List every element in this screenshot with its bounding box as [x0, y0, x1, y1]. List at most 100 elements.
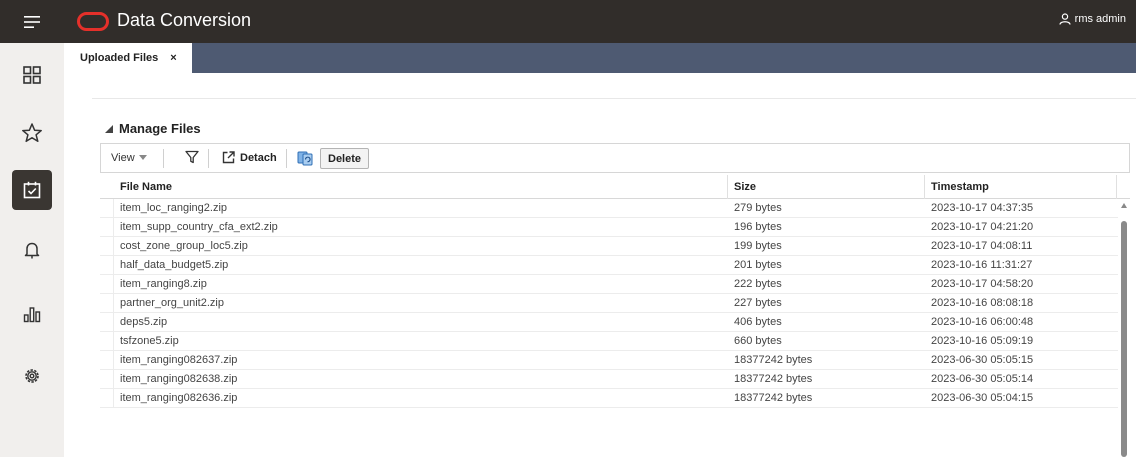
timestamp-cell: 2023-10-16 11:31:27: [931, 259, 1033, 271]
file-name-cell: item_ranging082636.zip: [120, 392, 238, 404]
nav-settings[interactable]: [12, 356, 52, 396]
tab-uploaded-files[interactable]: Uploaded Files ×: [72, 43, 192, 73]
row-gutter: [100, 218, 114, 237]
detach-button[interactable]: Detach: [222, 151, 277, 164]
scroll-up-arrow-icon[interactable]: [1121, 203, 1127, 208]
chevron-down-icon: [138, 155, 147, 160]
detach-icon: [222, 151, 235, 164]
size-cell: 201 bytes: [734, 259, 782, 271]
oracle-logo-icon: [77, 12, 109, 31]
table-row[interactable]: half_data_budget5.zip 201 bytes 2023-10-16…: [100, 256, 1118, 275]
user-icon: [1059, 13, 1071, 25]
column-divider: [924, 175, 925, 199]
timestamp-cell: 2023-10-16 05:09:19: [931, 335, 1034, 347]
size-cell: 222 bytes: [734, 278, 782, 290]
refresh-files-icon: [297, 151, 313, 166]
gear-icon: [25, 369, 39, 383]
row-gutter: [100, 294, 114, 313]
table-toolbar: View Detach Delete: [100, 143, 1130, 173]
delete-button[interactable]: Delete: [320, 148, 370, 169]
size-cell: 279 bytes: [734, 202, 782, 214]
row-gutter: [100, 199, 114, 218]
timestamp-cell: 2023-06-30 05:05:14: [931, 373, 1034, 385]
size-cell: 406 bytes: [734, 316, 782, 328]
refresh-button[interactable]: [297, 150, 313, 171]
toolbar-divider: [286, 149, 287, 168]
file-name-cell: item_ranging082638.zip: [120, 373, 238, 385]
nav-favorites[interactable]: [12, 113, 52, 153]
view-menu-button[interactable]: View: [111, 152, 147, 164]
column-divider: [727, 175, 728, 199]
toolbar-divider: [208, 149, 209, 168]
timestamp-cell: 2023-10-17 04:58:20: [931, 278, 1034, 290]
grid-icon: [23, 66, 41, 84]
table-header: File Name Size Timestamp: [100, 175, 1130, 199]
task-calendar-icon: [23, 181, 41, 199]
timestamp-cell: 2023-10-17 04:37:35: [931, 202, 1034, 214]
size-cell: 660 bytes: [734, 335, 782, 347]
detach-label: Detach: [240, 151, 277, 164]
nav-tasks[interactable]: [12, 170, 52, 210]
scrollbar-thumb[interactable]: [1121, 221, 1127, 457]
menu-toggle-button[interactable]: [0, 0, 64, 43]
filter-button[interactable]: [185, 150, 199, 169]
size-cell: 199 bytes: [734, 240, 782, 252]
column-divider: [1116, 175, 1117, 199]
nav-dashboard[interactable]: [12, 55, 52, 95]
toolbar-divider: [163, 149, 164, 168]
table-row[interactable]: partner_org_unit2.zip 227 bytes 2023-10-16…: [100, 294, 1118, 313]
timestamp-cell: 2023-10-16 08:08:18: [931, 297, 1034, 309]
app-window: Data Conversion rms admin Uploaded Files…: [0, 0, 1136, 457]
table-row[interactable]: item_ranging082638.zip 18377242 bytes 2023…: [100, 370, 1118, 389]
column-header-size[interactable]: Size: [734, 181, 756, 193]
file-name-cell: deps5.zip: [120, 316, 168, 328]
table-row[interactable]: cost_zone_group_loc5.zip 199 bytes 2023-10…: [100, 237, 1118, 256]
timestamp-cell: 2023-10-17 04:21:20: [931, 221, 1034, 233]
table-row[interactable]: item_ranging8.zip 222 bytes 2023-10-17 04:…: [100, 275, 1118, 294]
timestamp-cell: 2023-06-30 05:04:15: [931, 392, 1034, 404]
row-gutter: [100, 389, 114, 408]
table-row[interactable]: item_ranging082636.zip 18377242 bytes 2023…: [100, 389, 1118, 408]
vertical-scrollbar[interactable]: [1119, 199, 1130, 457]
file-name-cell: partner_org_unit2.zip: [120, 297, 224, 309]
row-gutter: [100, 313, 114, 332]
nav-notifications[interactable]: [12, 230, 52, 270]
tab-close-button[interactable]: ×: [170, 52, 176, 64]
column-header-file-name[interactable]: File Name: [120, 181, 172, 193]
size-cell: 18377242 bytes: [734, 373, 813, 385]
table-row[interactable]: deps5.zip 406 bytes 2023-10-16 06:00:48: [100, 313, 1118, 332]
filter-icon: [185, 150, 199, 164]
file-name-cell: item_ranging082637.zip: [120, 354, 238, 366]
file-name-cell: item_loc_ranging2.zip: [120, 202, 228, 214]
row-gutter: [100, 256, 114, 275]
row-gutter: [100, 237, 114, 256]
row-gutter: [100, 332, 114, 351]
row-gutter: [100, 351, 114, 370]
bar-chart-icon: [23, 307, 41, 323]
app-title: Data Conversion: [117, 10, 252, 30]
file-name-cell: item_supp_country_cfa_ext2.zip: [120, 221, 278, 233]
column-header-timestamp[interactable]: Timestamp: [931, 181, 989, 193]
timestamp-cell: 2023-10-16 06:00:48: [931, 316, 1034, 328]
files-table: File Name Size Timestamp item_loc_rangin…: [100, 175, 1130, 457]
size-cell: 196 bytes: [734, 221, 782, 233]
table-row[interactable]: item_loc_ranging2.zip 279 bytes 2023-10-17…: [100, 199, 1118, 218]
file-name-cell: half_data_budget5.zip: [120, 259, 229, 271]
manage-files-section-header[interactable]: Manage Files: [105, 121, 201, 136]
side-navigation: [0, 43, 64, 457]
bell-icon: [24, 242, 40, 259]
table-row[interactable]: tsfzone5.zip 660 bytes 2023-10-16 05:09:19: [100, 332, 1118, 351]
size-cell: 18377242 bytes: [734, 392, 813, 404]
tab-strip: Uploaded Files ×: [72, 43, 1136, 73]
user-menu[interactable]: rms admin: [1059, 13, 1126, 25]
section-title: Manage Files: [119, 121, 201, 136]
table-body: item_loc_ranging2.zip 279 bytes 2023-10-17…: [100, 199, 1118, 408]
file-name-cell: cost_zone_group_loc5.zip: [120, 240, 248, 252]
star-icon: [22, 123, 42, 143]
user-name: rms admin: [1074, 13, 1126, 25]
nav-reports[interactable]: [12, 294, 52, 334]
row-gutter: [100, 275, 114, 294]
table-row[interactable]: item_supp_country_cfa_ext2.zip 196 bytes 2…: [100, 218, 1118, 237]
table-row[interactable]: item_ranging082637.zip 18377242 bytes 2023…: [100, 351, 1118, 370]
timestamp-cell: 2023-10-17 04:08:11: [931, 240, 1033, 252]
